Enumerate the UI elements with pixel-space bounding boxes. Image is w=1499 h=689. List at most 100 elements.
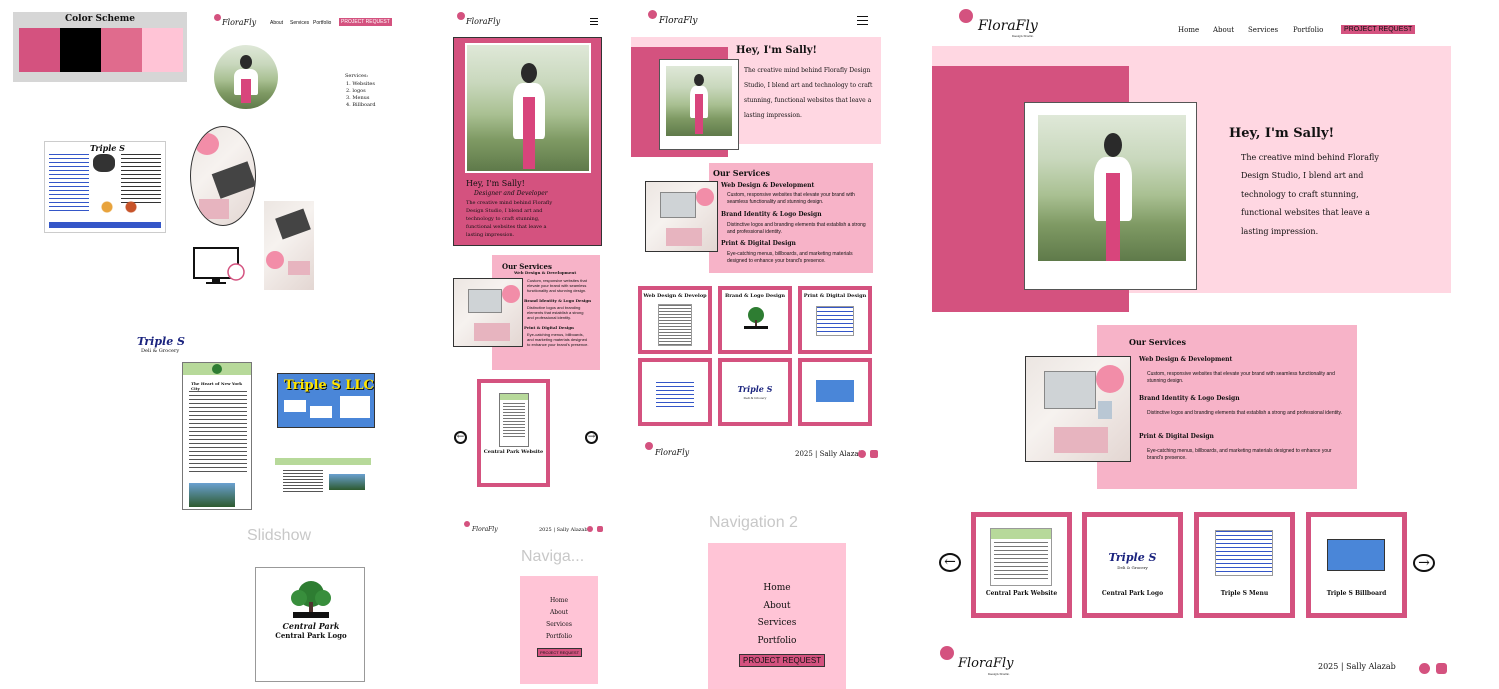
tablet-grid-triple-s-text: Triple S	[737, 384, 773, 394]
desktop-nav-about[interactable]: About	[1213, 26, 1234, 34]
tablet-grid-billboard[interactable]	[798, 358, 872, 426]
tablet-grid-logo[interactable]: Brand & Logo Design	[718, 286, 792, 354]
tablet-grid-web-2[interactable]	[638, 358, 712, 426]
mobile-footer-instagram-icon[interactable]	[597, 526, 603, 532]
swatch-3	[101, 28, 142, 72]
mobile-nav-home[interactable]: Home	[520, 597, 598, 604]
mobile-service-3-title: Print & Digital Design	[524, 325, 574, 330]
monitor-icon	[193, 247, 245, 284]
desktop-request-button[interactable]: PROJECT REQUEST	[1341, 25, 1416, 34]
desktop-card-triple-s-menu[interactable]: Triple S Menu	[1194, 512, 1295, 618]
tablet-service-3-title: Print & Digital Design	[721, 240, 796, 247]
tablet-footer-instagram-icon[interactable]	[870, 450, 878, 458]
desktop-card-2-title: Central Park Logo	[1101, 590, 1164, 597]
tablet-services-heading: Our Services	[713, 168, 771, 178]
mobile-hero-role: Designer and Developer	[474, 190, 548, 197]
mockup-heading: The Heart of New York City	[191, 381, 242, 391]
desktop-nav-portfolio[interactable]: Portfolio	[1293, 26, 1323, 34]
draft-nav-services[interactable]: Services	[290, 20, 309, 26]
desktop-service-1-desc: Custom, responsive websites that elevate…	[1147, 371, 1335, 384]
triple-s-billboard-asset: Triple S LLC	[277, 373, 375, 428]
mobile-hero-bio-4: functional websites that leave a	[466, 224, 547, 230]
tablet-grid-triple-s-logo[interactable]: Triple S Deli & Grocery	[718, 358, 792, 426]
tablet-service-1-title: Web Design & Development	[721, 182, 815, 189]
desktop-footer-instagram-icon[interactable]	[1436, 663, 1447, 674]
mobile-nav-menu: Home About Services Portfolio PROJECT RE…	[520, 576, 598, 684]
draft-nav-portfolio[interactable]: Portfolio	[313, 20, 331, 26]
tablet-nav-portfolio[interactable]: Portfolio	[708, 636, 846, 646]
mobile-portfolio-card[interactable]: Central Park Website	[477, 379, 550, 487]
mobile-prev-arrow-icon[interactable]: ←	[454, 431, 467, 444]
desktop-nav-home[interactable]: Home	[1178, 26, 1199, 34]
desktop-card-2-logo-text: Triple S	[1108, 551, 1157, 564]
color-scheme-title: Color Scheme	[65, 14, 135, 24]
desktop-card-1-title: Central Park Website	[985, 590, 1058, 597]
tablet-footer-copyright: 2025 | Sally Alazab	[795, 450, 864, 458]
mobile-service-2-desc: Distinctive logos and branding elements …	[527, 305, 584, 320]
triple-s-logo-text: Triple S	[137, 335, 186, 348]
mobile-footer-github-icon[interactable]	[587, 526, 593, 532]
tablet-nav-request-button[interactable]: PROJECT REQUEST	[739, 654, 826, 667]
desktop-prev-arrow-icon[interactable]: ←	[939, 553, 961, 572]
desktop-nav-services[interactable]: Services	[1248, 26, 1278, 34]
desktop-service-2-title: Brand Identity & Logo Design	[1139, 395, 1240, 402]
desktop-services-panel	[1097, 325, 1357, 489]
desktop-card-central-park-logo[interactable]: Triple S Deli & Grocery Central Park Log…	[1082, 512, 1183, 618]
desktop-service-3-title: Print & Digital Design	[1139, 433, 1214, 440]
swatch-1	[19, 28, 60, 72]
mobile-footer-copyright: 2025 | Sally Alazab	[539, 527, 588, 533]
tablet-grid-print-title: Print & Digital Design	[803, 293, 867, 299]
desktop-card-3-title: Triple S Menu	[1220, 590, 1269, 597]
tablet-nav-menu: Home About Services Portfolio PROJECT RE…	[708, 543, 846, 689]
tablet-logo-flower-icon	[648, 10, 657, 19]
tablet-footer-github-icon[interactable]	[858, 450, 866, 458]
tablet-footer-logo: FloraFly	[655, 448, 690, 457]
draft-nav-about[interactable]: About	[270, 20, 283, 26]
draft-request-button[interactable]: PROJECT REQUEST	[339, 18, 392, 26]
desktop-logo-sub: Design Studio	[1012, 34, 1034, 38]
mobile-portfolio-card-title: Central Park Website	[483, 449, 544, 455]
swatch-2	[60, 28, 101, 72]
central-park-logo-frame: Central Park Central Park Logo	[255, 567, 365, 682]
desktop-footer-github-icon[interactable]	[1419, 663, 1430, 674]
desktop-hero-bio-2: Design Studio, I blend art and	[1241, 171, 1364, 180]
tablet-service-3-desc: Eye-catching menus, billboards, and mark…	[727, 251, 853, 264]
mobile-service-2-title: Brand Identity & Logo Design	[524, 298, 592, 303]
tablet-nav-about[interactable]: About	[708, 601, 846, 611]
desktop-hero-greeting: Hey, I'm Sally!	[1229, 126, 1335, 141]
tablet-grid-web[interactable]: Web Design & Develop	[638, 286, 712, 354]
tablet-hamburger-icon[interactable]	[857, 16, 868, 25]
central-park-logo-caption: Central Park Logo	[275, 631, 347, 640]
mobile-hero-photo	[467, 45, 589, 171]
mobile-nav-about[interactable]: About	[520, 609, 598, 616]
frame-label-navigation-2: Navigation 2	[709, 514, 798, 531]
tablet-nav-home[interactable]: Home	[708, 583, 846, 593]
mobile-hamburger-icon[interactable]	[590, 18, 598, 25]
mobile-service-1-desc: Custom, responsive websites that elevate…	[527, 278, 587, 293]
mobile-hero-bio-1: The creative mind behind Florafly	[466, 200, 553, 206]
tablet-grid-print[interactable]: Print & Digital Design	[798, 286, 872, 354]
draft-services-item-2: 2. logos	[346, 88, 366, 94]
central-park-tree-icon	[291, 581, 331, 618]
tablet-hero-photo	[666, 66, 732, 136]
desktop-card-central-park-website[interactable]: Central Park Website	[971, 512, 1072, 618]
desktop-footer-copyright: 2025 | Sally Alazab	[1318, 662, 1396, 671]
mobile-nav-request-button[interactable]: PROJECT REQUEST	[537, 648, 583, 657]
mobile-next-arrow-icon[interactable]: →	[585, 431, 598, 444]
desktop-next-arrow-icon[interactable]: →	[1413, 554, 1435, 572]
tablet-nav-services[interactable]: Services	[708, 618, 846, 628]
triple-s-logo-sub: Deli & Grocery	[141, 348, 180, 354]
mobile-hero-bio-5: lasting impression.	[466, 232, 515, 238]
desktop-hero-photo-frame	[1024, 102, 1197, 290]
desktop-services-photo	[1025, 356, 1131, 462]
mobile-nav-portfolio[interactable]: Portfolio	[520, 633, 598, 640]
desktop-footer-logo-sub: Design Studio	[988, 672, 1010, 676]
tablet-grid-triple-s-sub: Deli & Grocery	[743, 396, 767, 400]
desktop-services-heading: Our Services	[1129, 337, 1187, 347]
mobile-nav-services[interactable]: Services	[520, 621, 598, 628]
mobile-hero-bio-3: technology to craft stunning,	[466, 216, 540, 222]
mobile-hero-bio-2: Design Studio, I blend art and	[466, 208, 543, 214]
color-scheme-panel: Color Scheme	[13, 12, 187, 82]
desktop-card-triple-s-billboard[interactable]: Triple S Billboard	[1306, 512, 1407, 618]
mobile-logo-flower-icon	[457, 12, 465, 20]
